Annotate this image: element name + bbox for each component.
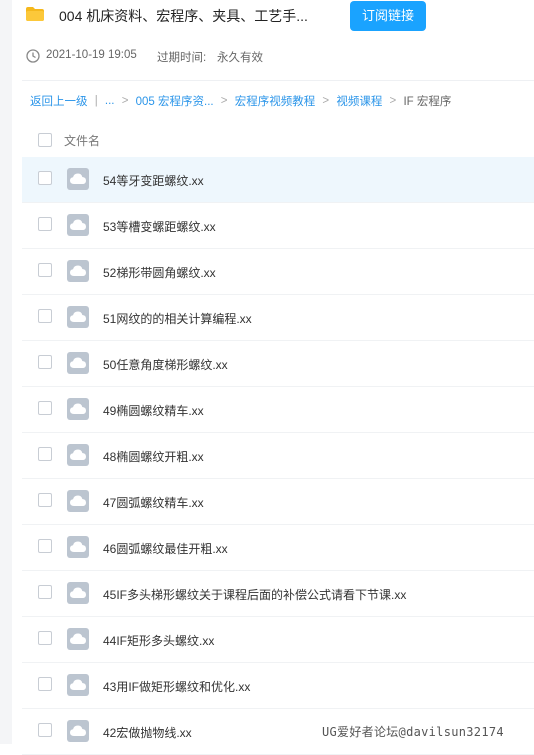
watermark: UG爱好者论坛@davilsun32174 bbox=[322, 725, 504, 739]
file-row[interactable]: 43用IF做矩形螺纹和优化.xx bbox=[22, 663, 534, 709]
file-row[interactable]: 50任意角度梯形螺纹.xx bbox=[22, 341, 534, 387]
file-checkbox[interactable] bbox=[38, 631, 52, 645]
file-row[interactable]: 47圆弧螺纹精车.xx bbox=[22, 479, 534, 525]
file-row[interactable]: 53等槽变螺距螺纹.xx bbox=[22, 203, 534, 249]
breadcrumb-item-video-courses[interactable]: 视频课程 bbox=[336, 93, 382, 109]
share-header: 004 机床资料、宏程序、夹具、工艺手... 订阅链接 bbox=[22, 0, 534, 36]
share-title: 004 机床资料、宏程序、夹具、工艺手... bbox=[59, 8, 308, 24]
breadcrumb-separator: > bbox=[220, 95, 228, 107]
expire-value: 永久有效 bbox=[217, 52, 263, 64]
file-name[interactable]: 45IF多头梯形螺纹关于课程后面的补偿公式请看下节课.xx bbox=[103, 586, 406, 603]
cloud-file-icon bbox=[67, 490, 89, 512]
breadcrumb-divider: | bbox=[94, 95, 98, 107]
file-row[interactable]: 52梯形带圆角螺纹.xx bbox=[22, 249, 534, 295]
cloud-file-icon bbox=[67, 260, 89, 282]
clock-icon bbox=[26, 49, 40, 63]
cloud-file-icon bbox=[67, 214, 89, 236]
file-name[interactable]: 46圆弧螺纹最佳开粗.xx bbox=[103, 540, 228, 557]
file-row[interactable]: 44IF矩形多头螺纹.xx bbox=[22, 617, 534, 663]
file-name[interactable]: 44IF矩形多头螺纹.xx bbox=[103, 632, 214, 649]
file-checkbox[interactable] bbox=[38, 171, 52, 185]
file-list-header: 文件名 bbox=[22, 121, 534, 157]
cloud-file-icon bbox=[67, 398, 89, 420]
file-checkbox[interactable] bbox=[38, 263, 52, 277]
file-name[interactable]: 42宏做抛物线.xx bbox=[103, 724, 192, 741]
file-name[interactable]: 48椭圆螺纹开粗.xx bbox=[103, 448, 204, 465]
breadcrumb-item-macro-resources[interactable]: 005 宏程序资... bbox=[136, 93, 214, 109]
cloud-file-icon bbox=[67, 628, 89, 650]
expire-label: 过期时间: bbox=[157, 52, 207, 64]
cloud-file-icon bbox=[67, 720, 89, 742]
column-filename[interactable]: 文件名 bbox=[64, 132, 100, 149]
file-name[interactable]: 52梯形带圆角螺纹.xx bbox=[103, 264, 216, 281]
cloud-file-icon bbox=[67, 536, 89, 558]
breadcrumb-current: IF 宏程序 bbox=[403, 96, 452, 108]
file-checkbox[interactable] bbox=[38, 309, 52, 323]
breadcrumb-item-video-tutorials[interactable]: 宏程序视频教程 bbox=[235, 93, 316, 109]
file-checkbox[interactable] bbox=[38, 539, 52, 553]
cloud-file-icon bbox=[67, 674, 89, 696]
file-row[interactable]: 45IF多头梯形螺纹关于课程后面的补偿公式请看下节课.xx bbox=[22, 571, 534, 617]
file-checkbox[interactable] bbox=[38, 585, 52, 599]
file-checkbox[interactable] bbox=[38, 217, 52, 231]
file-name[interactable]: 43用IF做矩形螺纹和优化.xx bbox=[103, 678, 250, 695]
breadcrumb-separator: > bbox=[389, 95, 397, 107]
file-row[interactable]: 48椭圆螺纹开粗.xx bbox=[22, 433, 534, 479]
file-row[interactable]: 54等牙变距螺纹.xx bbox=[22, 157, 534, 203]
file-name[interactable]: 51网纹的的相关计算编程.xx bbox=[103, 310, 252, 327]
file-name[interactable]: 50任意角度梯形螺纹.xx bbox=[103, 356, 228, 373]
file-list: 54等牙变距螺纹.xx 53等槽变螺距螺纹.xx 52梯形带圆角螺纹.xx 51网纹的… bbox=[22, 157, 534, 755]
breadcrumb: 返回上一级 | ... > 005 宏程序资... > 宏程序视频教程 > 视频… bbox=[30, 93, 451, 109]
cloud-file-icon bbox=[67, 352, 89, 374]
breadcrumb-separator: > bbox=[322, 95, 330, 107]
subscribe-button[interactable]: 订阅链接 bbox=[350, 1, 426, 31]
file-checkbox[interactable] bbox=[38, 677, 52, 691]
breadcrumb-ellipsis[interactable]: ... bbox=[105, 95, 115, 107]
file-checkbox[interactable] bbox=[38, 355, 52, 369]
select-all-checkbox[interactable] bbox=[38, 133, 52, 147]
cloud-file-icon bbox=[67, 582, 89, 604]
file-name[interactable]: 53等槽变螺距螺纹.xx bbox=[103, 218, 216, 235]
file-checkbox[interactable] bbox=[38, 401, 52, 415]
breadcrumb-separator: > bbox=[121, 95, 129, 107]
file-checkbox[interactable] bbox=[38, 493, 52, 507]
file-name[interactable]: 47圆弧螺纹精车.xx bbox=[103, 494, 204, 511]
folder-icon bbox=[26, 7, 44, 21]
cloud-file-icon bbox=[67, 444, 89, 466]
cloud-file-icon bbox=[67, 306, 89, 328]
cloud-file-icon bbox=[67, 168, 89, 190]
header-divider bbox=[22, 80, 534, 81]
file-row[interactable]: 46圆弧螺纹最佳开粗.xx bbox=[22, 525, 534, 571]
file-row[interactable]: 49椭圆螺纹精车.xx bbox=[22, 387, 534, 433]
left-sidebar-strip bbox=[0, 0, 12, 744]
share-date: 2021-10-19 19:05 bbox=[46, 49, 137, 61]
file-checkbox[interactable] bbox=[38, 447, 52, 461]
file-row[interactable]: 51网纹的的相关计算编程.xx bbox=[22, 295, 534, 341]
file-name[interactable]: 54等牙变距螺纹.xx bbox=[103, 172, 204, 189]
file-name[interactable]: 49椭圆螺纹精车.xx bbox=[103, 402, 204, 419]
breadcrumb-back-link[interactable]: 返回上一级 bbox=[30, 93, 88, 109]
file-checkbox[interactable] bbox=[38, 723, 52, 737]
